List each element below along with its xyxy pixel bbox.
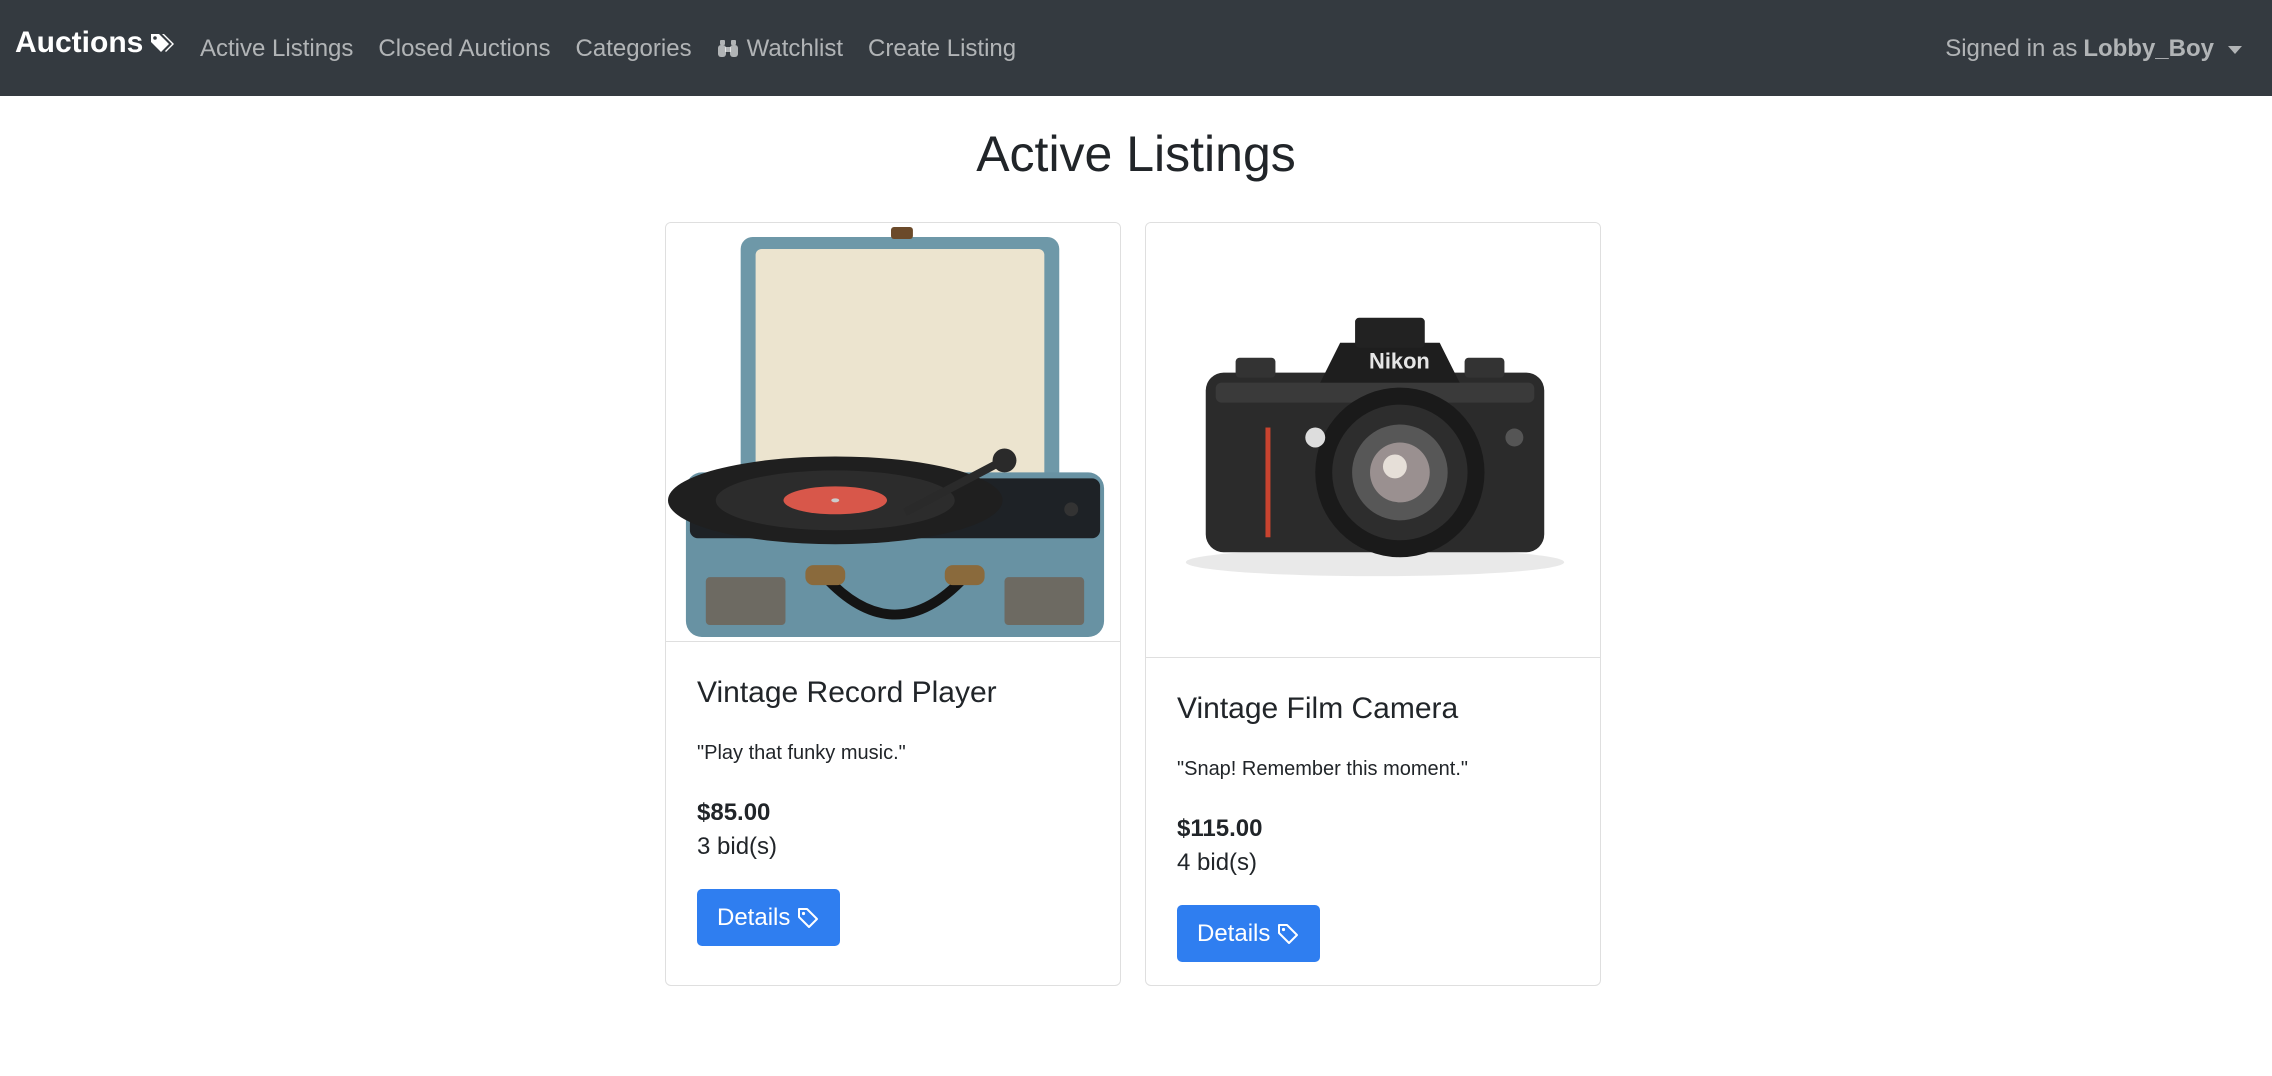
camera-brand-text: Nikon: [1369, 349, 1430, 374]
listing-card: Nikon Vintage Film Camera "Snap! Remembe…: [1145, 222, 1601, 986]
nav-active-listings-label: Active Listings: [200, 35, 354, 62]
listing-description: "Snap! Remember this moment.": [1177, 758, 1468, 780]
listing-bids: 3 bid(s): [697, 833, 778, 860]
user-prefix: Signed in as: [1945, 35, 2078, 62]
listing-card-body: Vintage Film Camera "Snap! Remember this…: [1177, 687, 1569, 962]
page-title: Active Listings: [976, 126, 1296, 182]
nav-categories-label: Categories: [575, 35, 692, 62]
details-button-label: Details: [1197, 919, 1271, 947]
listing-card: Vintage Record Player "Play that funky m…: [665, 222, 1121, 986]
listing-price: $115.00: [1177, 815, 1263, 842]
user-name: Lobby_Boy: [2083, 35, 2214, 62]
nav-create-listing-label: Create Listing: [868, 35, 1017, 62]
nav-active-listings[interactable]: Active Listings: [200, 29, 353, 69]
details-button[interactable]: Details: [697, 889, 841, 946]
nav-closed-auctions-label: Closed Auctions: [378, 35, 551, 62]
details-button-label: Details: [717, 903, 791, 931]
listing-card-body: Vintage Record Player "Play that funky m…: [697, 671, 1089, 946]
brand-link[interactable]: Auctions: [15, 22, 175, 64]
tag-icon: [796, 906, 820, 930]
nav-create-listing[interactable]: Create Listing: [868, 29, 1016, 69]
listing-title: Vintage Record Player: [697, 676, 997, 709]
details-button[interactable]: Details: [1177, 905, 1321, 962]
nav-links: Active Listings Closed Auctions Categori…: [200, 29, 1041, 69]
nav-categories[interactable]: Categories: [576, 29, 692, 69]
listing-bids: 4 bid(s): [1177, 849, 1258, 876]
nav-watchlist[interactable]: Watchlist: [717, 29, 843, 69]
binoculars-icon: [717, 39, 739, 59]
brand-title: Auctions: [15, 26, 144, 59]
nikon-camera-image: Nikon: [1146, 223, 1600, 658]
nav-watchlist-label: Watchlist: [746, 35, 844, 62]
listing-price: $85.00: [697, 799, 771, 826]
record-player-image: [666, 223, 1120, 642]
listing-title: Vintage Film Camera: [1177, 692, 1459, 725]
tags-icon: [149, 32, 175, 54]
listing-description: "Play that funky music.": [697, 742, 906, 764]
nav-closed-auctions[interactable]: Closed Auctions: [378, 29, 550, 69]
navbar: Auctions Active Listings Closed Auctions…: [0, 0, 2272, 96]
tag-icon: [1276, 922, 1300, 946]
user-dropdown-toggle[interactable]: Signed in as Lobby_Boy: [1945, 29, 2242, 69]
caret-down-icon: [2228, 46, 2242, 54]
